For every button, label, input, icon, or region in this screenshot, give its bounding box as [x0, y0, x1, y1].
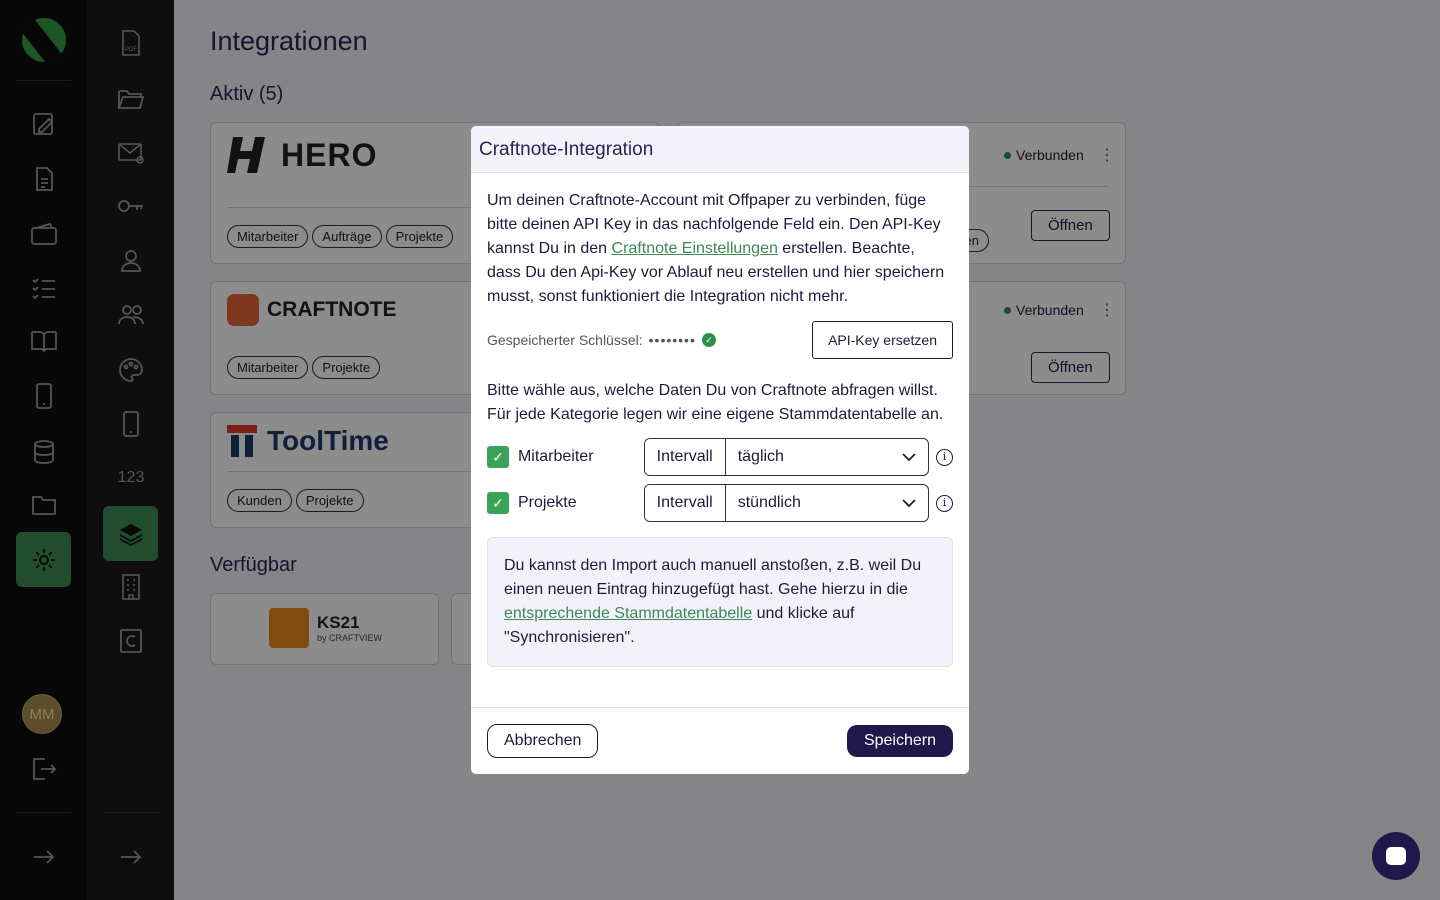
key-mask: ••••••••: [648, 332, 696, 348]
interval-prefix: Intervall: [644, 485, 726, 521]
cancel-button[interactable]: Abbrechen: [487, 724, 599, 758]
modal-title: Craftnote-Integration: [471, 126, 969, 173]
mitarbeiter-checkbox[interactable]: ✓: [487, 446, 509, 468]
info-icon[interactable]: i: [936, 494, 953, 512]
interval-value-text: stündlich: [737, 494, 801, 511]
category-row-mitarbeiter: ✓ Mitarbeiter Intervall täglich i: [487, 438, 953, 476]
interval-value-text: täglich: [737, 448, 784, 465]
craftnote-integration-modal: Craftnote-Integration Um deinen Craftnot…: [471, 126, 969, 774]
chevron-down-icon: [902, 453, 916, 461]
chat-bubble-icon: [1386, 847, 1406, 865]
manual-import-note: Du kannst den Import auch manuell anstoß…: [487, 537, 953, 667]
modal-body: Um deinen Craftnote-Account mit Offpaper…: [471, 173, 969, 683]
choose-text: Bitte wähle aus, welche Daten Du von Cra…: [487, 382, 944, 423]
category-label: Projekte: [517, 494, 577, 511]
projekte-checkbox[interactable]: ✓: [487, 492, 509, 514]
interval-value[interactable]: täglich: [726, 439, 928, 475]
saved-key-label: Gespeicherter Schlüssel: •••••••• ✓: [487, 328, 716, 352]
category-row-projekte: ✓ Projekte Intervall stündlich i: [487, 484, 953, 522]
interval-prefix: Intervall: [644, 439, 726, 475]
replace-api-key-button[interactable]: API-Key ersetzen: [812, 321, 953, 359]
key-label-text: Gespeicherter Schlüssel:: [487, 332, 643, 348]
chat-button[interactable]: [1372, 832, 1420, 880]
info-icon[interactable]: i: [936, 448, 953, 466]
category-label: Mitarbeiter: [517, 448, 594, 465]
save-button[interactable]: Speichern: [846, 725, 953, 757]
modal-footer: Abbrechen Speichern: [471, 707, 969, 774]
check-circle-icon: ✓: [701, 333, 716, 347]
note-text-part: Du kannst den Import auch manuell anstoß…: [504, 557, 922, 598]
interval-value[interactable]: stündlich: [726, 485, 928, 521]
saved-key-row: Gespeicherter Schlüssel: •••••••• ✓ API-…: [487, 321, 953, 359]
stammdatentabelle-link[interactable]: entsprechende Stammdatentabelle: [504, 605, 752, 622]
interval-select-mitarbeiter[interactable]: Intervall täglich: [643, 438, 930, 476]
category-list: ✓ Mitarbeiter Intervall täglich i ✓ Proj…: [487, 438, 953, 522]
interval-select-projekte[interactable]: Intervall stündlich: [643, 484, 930, 522]
intro-text: Um deinen Craftnote-Account mit Offpaper…: [487, 189, 953, 309]
chevron-down-icon: [902, 499, 916, 507]
craftnote-settings-link[interactable]: Craftnote Einstellungen: [612, 240, 778, 257]
